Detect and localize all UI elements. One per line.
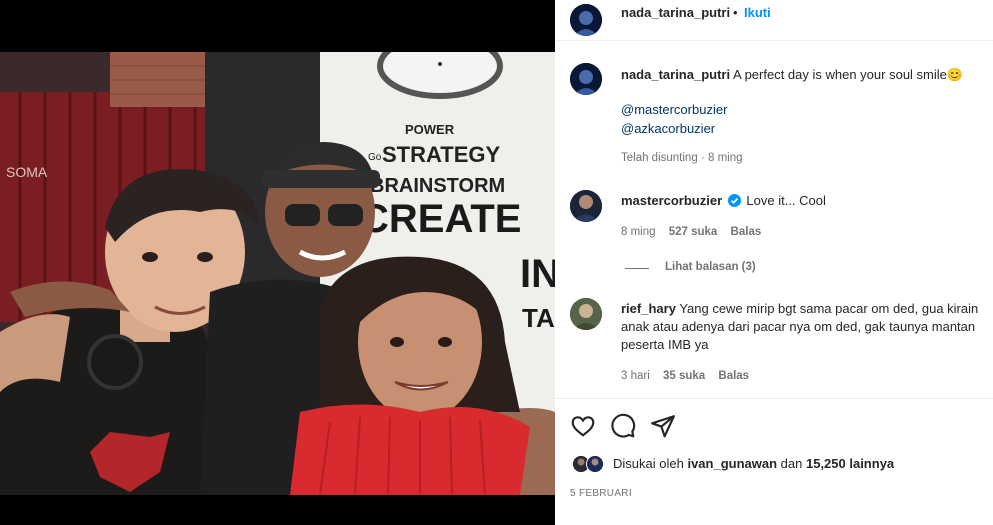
- likes-middle: dan: [780, 456, 803, 471]
- verified-badge-icon: [727, 194, 741, 212]
- avatar-image: [570, 190, 602, 222]
- edited-time[interactable]: 8 ming: [708, 152, 743, 164]
- edited-label: Telah disunting: [621, 152, 698, 164]
- comment-avatar[interactable]: [570, 298, 602, 330]
- comment-time[interactable]: 8 ming: [621, 226, 656, 238]
- photo-illustration: POWER Go STRATEGY BRAINSTORM CREATE IN T…: [0, 52, 555, 495]
- liker-avatar[interactable]: [586, 455, 604, 473]
- replies-divider: [625, 268, 649, 269]
- likes-user[interactable]: ivan_gunawan: [687, 456, 777, 471]
- post-header: nada_tarina_putri • Ikuti: [555, 0, 993, 41]
- post-photo[interactable]: POWER Go STRATEGY BRAINSTORM CREATE IN T…: [0, 52, 555, 495]
- header-dot: •: [733, 5, 738, 20]
- comment-time[interactable]: 3 hari: [621, 370, 650, 382]
- author-avatar[interactable]: [570, 4, 602, 36]
- caption-emoji: 😊: [946, 67, 964, 82]
- caption-username[interactable]: nada_tarina_putri: [621, 67, 730, 82]
- avatar-image: [570, 298, 602, 330]
- caption-block: nada_tarina_putri A perfect day is when …: [621, 66, 981, 84]
- media-area: POWER Go STRATEGY BRAINSTORM CREATE IN T…: [0, 0, 555, 525]
- comment-avatar[interactable]: [570, 190, 602, 222]
- photo-text-in: IN: [520, 252, 555, 296]
- comment-text: Love it... Cool: [746, 193, 826, 208]
- likes-prefix: Disukai oleh: [613, 456, 684, 471]
- photo-text-brainstorm: BRAINSTORM: [370, 175, 505, 197]
- caption-text: A perfect day is when your soul smile: [733, 67, 947, 82]
- avatar-image: [570, 63, 602, 95]
- heart-icon[interactable]: [570, 413, 596, 439]
- follow-button[interactable]: Ikuti: [744, 5, 771, 20]
- photo-text-go: Go: [368, 152, 382, 163]
- comment-row: mastercorbuzier Love it... Cool: [621, 192, 826, 212]
- view-replies-button[interactable]: Lihat balasan (3): [665, 261, 756, 273]
- avatar-image: [587, 456, 603, 472]
- likes-count[interactable]: 15,250 lainnya: [806, 456, 894, 471]
- comment-meta: 3 hari 35 suka Balas: [621, 370, 749, 382]
- post-side-panel: nada_tarina_putri • Ikuti nada_tarina_pu…: [555, 0, 993, 525]
- comment-username[interactable]: mastercorbuzier: [621, 193, 722, 208]
- photo-text-power: POWER: [405, 122, 455, 137]
- comment-text-line: peserta IMB ya: [621, 337, 709, 352]
- share-icon[interactable]: [650, 413, 676, 439]
- likes-summary: Disukai oleh ivan_gunawan dan 15,250 lai…: [613, 455, 894, 473]
- photo-text-sign: SOMA: [6, 164, 48, 180]
- caption-author-avatar[interactable]: [570, 63, 602, 95]
- post-date[interactable]: 5 FEBRUARI: [570, 488, 632, 499]
- caption-meta: Telah disunting · 8 ming: [621, 152, 743, 164]
- comment-username[interactable]: rief_hary: [621, 301, 676, 316]
- photo-text-strategy: STRATEGY: [382, 142, 500, 167]
- photo-text-ta: TA: [522, 303, 555, 333]
- post-actions: Disukai oleh ivan_gunawan dan 15,250 lai…: [555, 398, 993, 525]
- edited-sep: ·: [700, 152, 705, 164]
- mention-azkacorbuzier[interactable]: @azkacorbuzier: [621, 120, 715, 138]
- comment-text-line: Yang cewe mirip bgt sama pacar om ded, g…: [679, 301, 979, 316]
- comment-row: rief_hary Yang cewe mirip bgt sama pacar…: [621, 300, 993, 354]
- comment-reply-button[interactable]: Balas: [731, 226, 762, 238]
- comment-likes[interactable]: 35 suka: [663, 370, 705, 382]
- avatar-image: [570, 4, 602, 36]
- comment-reply-button[interactable]: Balas: [718, 370, 749, 382]
- comment-icon[interactable]: [610, 413, 636, 439]
- mention-mastercorbuzier[interactable]: @mastercorbuzier: [621, 101, 727, 119]
- comment-likes[interactable]: 527 suka: [669, 226, 718, 238]
- comment-text-line: anak atau adenya dari pacar nya om ded, …: [621, 319, 976, 334]
- photo-text-create: CREATE: [360, 197, 521, 241]
- author-username[interactable]: nada_tarina_putri: [621, 5, 730, 20]
- comment-meta: 8 ming 527 suka Balas: [621, 226, 761, 238]
